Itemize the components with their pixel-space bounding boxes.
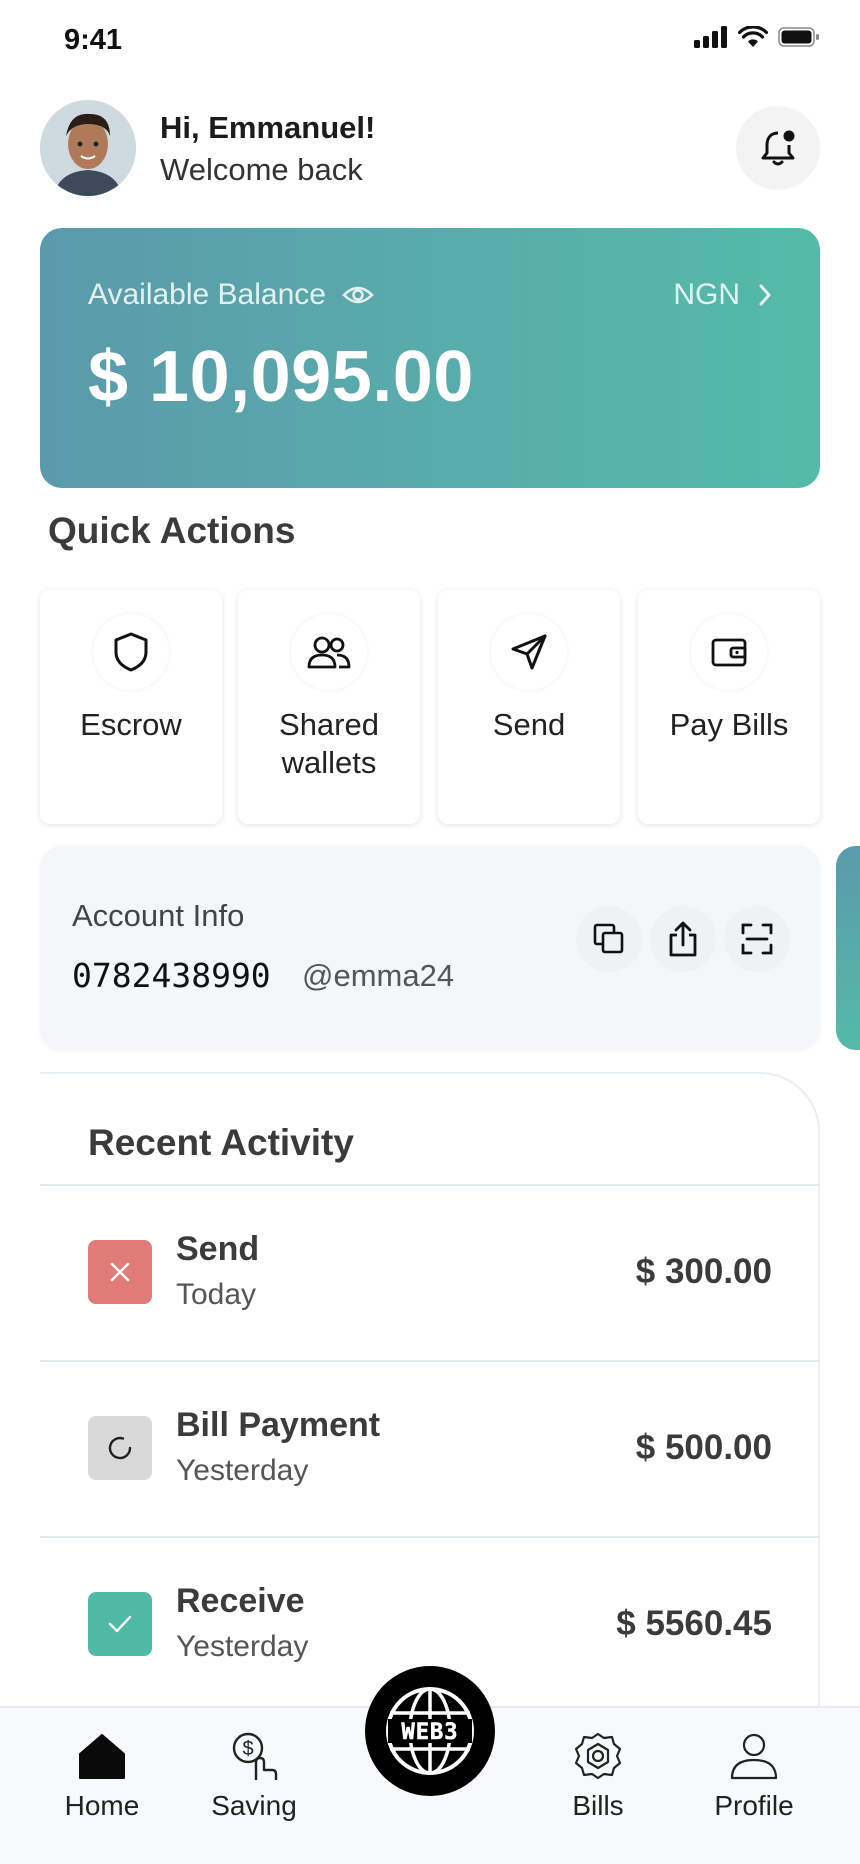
- quick-actions: Escrow Shared wallets Send Pay Bills: [40, 590, 820, 824]
- users-icon: [307, 636, 351, 669]
- scan-button[interactable]: [724, 906, 790, 972]
- battery-icon: [778, 27, 819, 47]
- scan-icon: [741, 923, 773, 955]
- quick-actions-title: Quick Actions: [48, 510, 296, 551]
- quick-action-pay-bills[interactable]: Pay Bills: [638, 590, 820, 824]
- share-button[interactable]: [650, 906, 716, 972]
- account-handle: @emma24: [302, 958, 455, 993]
- account-actions: [576, 906, 790, 972]
- header: Hi, Emmanuel! Welcome back: [40, 100, 820, 196]
- welcome-text: Welcome back: [160, 152, 363, 187]
- nav-profile[interactable]: Profile: [684, 1730, 824, 1822]
- activity-name: Bill Payment: [176, 1406, 381, 1444]
- side-panel-handle[interactable]: [836, 846, 860, 1050]
- nav-saving[interactable]: $ Saving: [184, 1730, 324, 1822]
- activity-name: Receive: [176, 1582, 305, 1620]
- copy-icon: [593, 923, 624, 954]
- gear-icon: [574, 1732, 622, 1780]
- currency-selector[interactable]: NGN: [673, 278, 772, 312]
- nav-label: Saving: [211, 1790, 297, 1821]
- activity-item[interactable]: Send Today $ 300.00: [40, 1184, 818, 1360]
- status-badge: [88, 1416, 152, 1480]
- avatar[interactable]: [40, 100, 136, 196]
- web3-label: WEB3: [402, 1720, 459, 1745]
- quick-action-escrow[interactable]: Escrow: [40, 590, 222, 824]
- svg-text:$: $: [242, 1738, 253, 1760]
- close-icon: [110, 1262, 130, 1282]
- activity-amount: $ 300.00: [635, 1252, 772, 1291]
- activity-name: Send: [176, 1230, 260, 1268]
- user-icon: [730, 1733, 778, 1780]
- coin-hand-icon: $: [232, 1732, 278, 1780]
- account-number: 0782438990: [72, 956, 271, 995]
- activity-amount: $ 500.00: [635, 1428, 772, 1467]
- web3-button[interactable]: WEB3: [365, 1666, 495, 1796]
- bell-icon: [761, 130, 795, 166]
- status-badge: [88, 1240, 152, 1304]
- shield-icon: [114, 632, 148, 672]
- share-icon: [669, 921, 697, 957]
- paper-plane-icon: [511, 634, 547, 670]
- activity-date: Yesterday: [176, 1454, 309, 1487]
- quick-action-label: Escrow: [80, 707, 182, 742]
- quick-action-send[interactable]: Send: [438, 590, 620, 824]
- balance-label-row: Available Balance: [88, 278, 374, 312]
- wallet-icon: [711, 638, 747, 667]
- account-info-card: Account Info 0782438990 @emma24: [40, 846, 820, 1050]
- nav-label: Bills: [572, 1790, 624, 1821]
- status-icons: [694, 26, 820, 48]
- loading-icon: [108, 1436, 132, 1460]
- nav-bills[interactable]: Bills: [528, 1730, 668, 1822]
- eye-icon[interactable]: [342, 283, 374, 307]
- status-bar: 9:41: [0, 0, 860, 84]
- nav-label: Profile: [714, 1790, 794, 1821]
- activity-date: Today: [176, 1278, 257, 1311]
- nav-home[interactable]: Home: [32, 1730, 172, 1822]
- globe-icon: WEB3: [386, 1687, 474, 1775]
- notifications-button[interactable]: [736, 106, 820, 190]
- balance-amount: $ 10,095.00: [88, 337, 474, 417]
- account-info-label: Account Info: [72, 898, 245, 933]
- quick-action-label: Pay Bills: [669, 707, 789, 742]
- greeting-text: Hi, Emmanuel!: [160, 110, 376, 145]
- quick-action-shared-wallets[interactable]: Shared wallets: [238, 590, 420, 824]
- activity-date: Yesterday: [176, 1630, 309, 1663]
- signal-icon: [694, 26, 727, 48]
- status-badge: [88, 1592, 152, 1656]
- home-icon: [79, 1734, 125, 1779]
- check-icon: [108, 1615, 132, 1633]
- recent-activity-title: Recent Activity: [88, 1122, 354, 1163]
- balance-card: Available Balance NGN $ 10,095.00: [40, 228, 820, 488]
- status-time: 9:41: [64, 24, 123, 56]
- chevron-right-icon: [759, 284, 771, 306]
- copy-button[interactable]: [576, 906, 642, 972]
- quick-action-label: Shared wallets: [279, 707, 379, 780]
- quick-action-label: Send: [492, 707, 566, 742]
- nav-label: Home: [64, 1790, 140, 1821]
- currency-label: NGN: [673, 278, 740, 311]
- activity-item[interactable]: Bill Payment Yesterday $ 500.00: [40, 1360, 818, 1536]
- recent-activity: Recent Activity Send Today $ 300.00 Bill…: [40, 1072, 820, 1712]
- wifi-icon: [738, 26, 768, 47]
- activity-amount: $ 5560.45: [616, 1604, 772, 1643]
- balance-label: Available Balance: [88, 278, 326, 311]
